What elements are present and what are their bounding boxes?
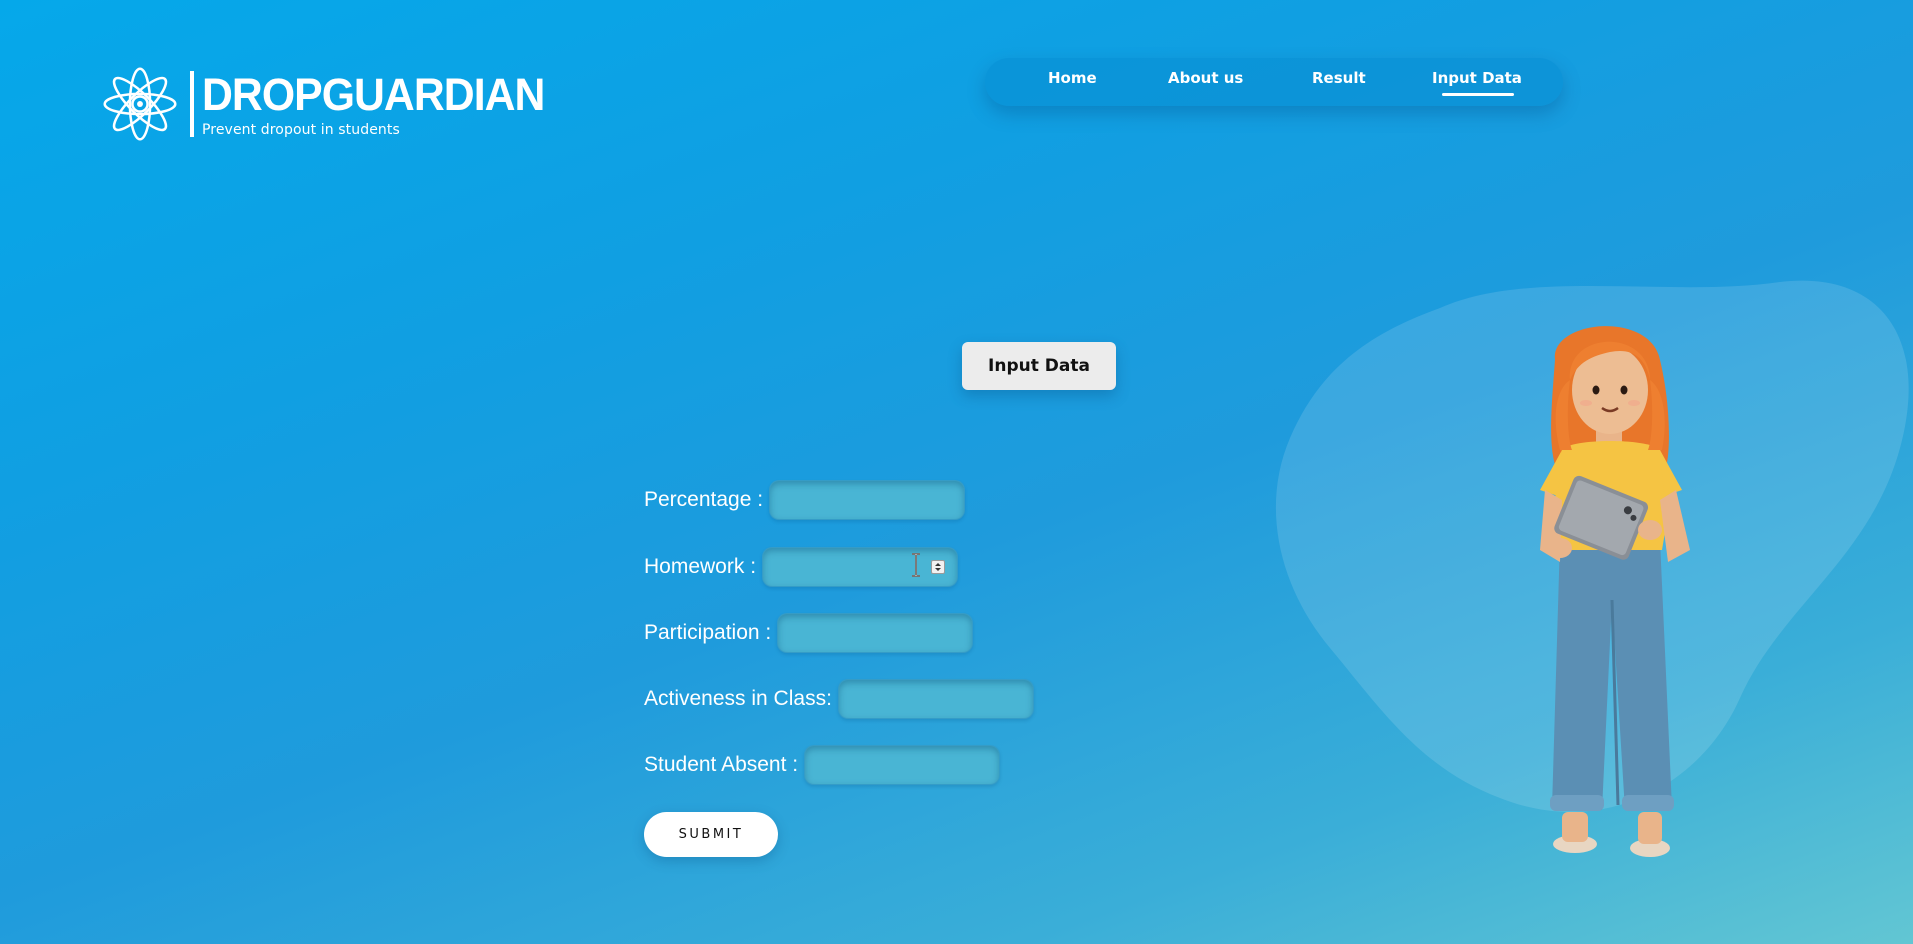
- form-row-activeness: Activeness in Class:: [644, 678, 1034, 720]
- main-nav: Home About us Result Input Data: [985, 58, 1563, 106]
- nav-result[interactable]: Result: [1312, 69, 1366, 87]
- percentage-label: Percentage :: [644, 488, 764, 511]
- student-absent-input[interactable]: [804, 745, 1001, 785]
- form-row-student-absent: Student Absent :: [644, 744, 1001, 786]
- flower-icon: [103, 67, 177, 141]
- nav-input-data[interactable]: Input Data: [1432, 69, 1522, 96]
- participation-label: Participation :: [644, 621, 772, 644]
- active-nav-underline: [1442, 93, 1514, 96]
- text-cursor-icon: [912, 553, 921, 577]
- form-row-homework: Homework :: [644, 546, 959, 588]
- nav-home[interactable]: Home: [1048, 69, 1097, 87]
- brand-tagline: Prevent dropout in students: [202, 121, 400, 138]
- page-title: Input Data: [962, 342, 1116, 390]
- girl-with-tablet-illustration: [1540, 326, 1690, 857]
- nav-about-us[interactable]: About us: [1168, 69, 1243, 87]
- nav-input-data-label: Input Data: [1432, 69, 1522, 87]
- activeness-input[interactable]: [837, 679, 1034, 719]
- form-row-participation: Participation :: [644, 612, 974, 654]
- submit-button[interactable]: SUBMIT: [644, 812, 778, 857]
- activeness-label: Activeness in Class:: [644, 687, 832, 710]
- homework-input[interactable]: [762, 547, 959, 587]
- homework-label: Homework :: [644, 555, 757, 578]
- student-absent-label: Student Absent :: [644, 753, 799, 776]
- logo-divider: [190, 71, 194, 137]
- percentage-input[interactable]: [769, 480, 966, 520]
- form-row-percentage: Percentage :: [644, 479, 966, 521]
- number-spinner-icon[interactable]: [931, 560, 946, 574]
- brand-logo[interactable]: DROPGUARDIAN Prevent dropout in students: [98, 62, 563, 146]
- brand-name: DROPGUARDIAN: [202, 68, 545, 120]
- participation-input[interactable]: [777, 613, 974, 653]
